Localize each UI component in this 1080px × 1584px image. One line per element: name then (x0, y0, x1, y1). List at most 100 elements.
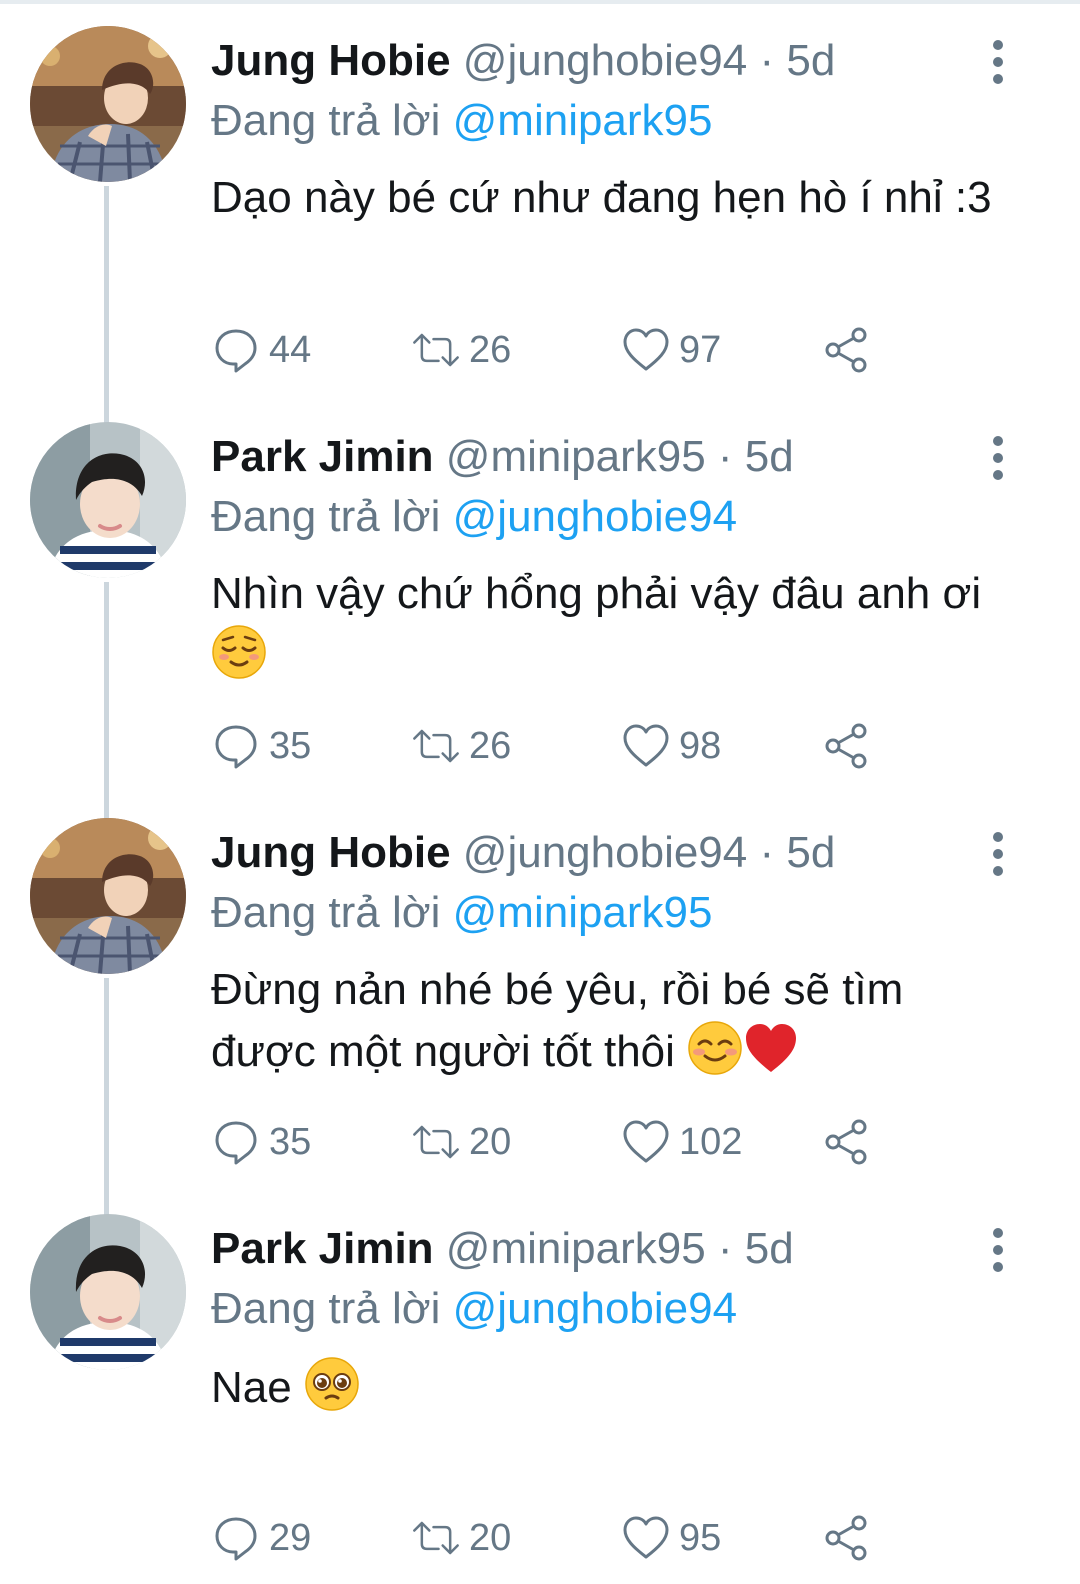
reply-button[interactable]: 35 (211, 1114, 311, 1170)
tweet-header: Park Jimin @minipark95 · 5d (211, 430, 794, 484)
mention-link[interactable]: @junghobie94 (453, 492, 737, 541)
tweet-text: Dạo này bé cứ như đang hẹn hò í nhỉ :3 (211, 168, 1011, 228)
like-count: 98 (679, 725, 722, 767)
tweet-header: Jung Hobie @junghobie94 · 5d (211, 826, 835, 880)
avatar[interactable] (30, 818, 186, 974)
display-name[interactable]: Jung Hobie (211, 36, 451, 85)
like-button[interactable]: 98 (621, 718, 721, 774)
reply-count: 29 (269, 1517, 312, 1559)
user-handle[interactable]: @junghobie94 (463, 36, 747, 85)
reply-button[interactable]: 35 (211, 718, 311, 774)
mention-link[interactable]: @minipark95 (453, 96, 713, 145)
like-button[interactable]: 97 (621, 322, 721, 378)
like-count: 95 (679, 1517, 722, 1559)
reply-count: 35 (269, 725, 312, 767)
pleading-face-emoji (304, 1357, 360, 1412)
like-button[interactable]: 102 (621, 1114, 742, 1170)
display-name[interactable]: Jung Hobie (211, 828, 451, 877)
reply-button[interactable]: 44 (211, 322, 311, 378)
display-name[interactable]: Park Jimin (211, 432, 434, 481)
like-button[interactable]: 95 (621, 1510, 721, 1566)
user-handle[interactable]: @minipark95 (446, 1224, 706, 1273)
more-vertical-icon[interactable] (978, 832, 1018, 876)
tweet-header: Park Jimin @minipark95 · 5d (211, 1222, 794, 1276)
tweet-emojis (211, 625, 267, 680)
tweet-text: Đừng nản nhé bé yêu, rồi bé sẽ tìm được … (211, 960, 1011, 1082)
replying-to: Đang trả lời @minipark95 (211, 886, 713, 940)
mention-link[interactable]: @junghobie94 (453, 1284, 737, 1333)
retweet-button[interactable]: 26 (411, 322, 511, 378)
like-count: 102 (679, 1121, 743, 1163)
avatar[interactable] (30, 26, 186, 182)
tweet-text: Nhìn vậy chứ hổng phải vậy đâu anh ơi (211, 564, 1011, 686)
share-button[interactable] (821, 322, 871, 378)
smiling-face-emoji (687, 1021, 743, 1076)
tweet-text: Nae (211, 1356, 1011, 1418)
retweet-count: 20 (469, 1517, 512, 1559)
mention-link[interactable]: @minipark95 (453, 888, 713, 937)
more-vertical-icon[interactable] (978, 40, 1018, 84)
replying-to-label: Đang trả lời (211, 888, 441, 937)
reply-button[interactable]: 29 (211, 1510, 311, 1566)
heart-icon (621, 325, 671, 375)
heart-icon (621, 1513, 671, 1563)
tweet-text-content: Nae (211, 1363, 292, 1412)
user-handle[interactable]: @minipark95 (446, 432, 706, 481)
retweet-button[interactable]: 26 (411, 718, 511, 774)
retweet-icon (411, 325, 461, 375)
timestamp[interactable]: 5d (786, 828, 835, 877)
replying-to-label: Đang trả lời (211, 1284, 441, 1333)
tweet-text-content: Nhìn vậy chứ hổng phải vậy đâu anh ơi (211, 569, 982, 618)
heart-icon (621, 1117, 671, 1167)
reply-icon (211, 1513, 261, 1563)
tweet[interactable]: Park Jimin @minipark95 · 5d Đang trả lời… (0, 1188, 1080, 1584)
timestamp[interactable]: 5d (745, 1224, 794, 1273)
share-icon (821, 325, 871, 375)
retweet-button[interactable]: 20 (411, 1510, 511, 1566)
separator-dot: · (759, 36, 775, 85)
display-name[interactable]: Park Jimin (211, 1224, 434, 1273)
avatar[interactable] (30, 422, 186, 578)
share-button[interactable] (821, 1114, 871, 1170)
retweet-count: 26 (469, 329, 512, 371)
replying-to: Đang trả lời @junghobie94 (211, 1282, 737, 1336)
reply-count: 35 (269, 1121, 312, 1163)
separator-dot: · (759, 828, 775, 877)
tweet-actions: 35 20 102 (211, 1114, 911, 1170)
tweet-header: Jung Hobie @junghobie94 · 5d (211, 34, 835, 88)
share-button[interactable] (821, 1510, 871, 1566)
tweet-emojis (292, 1357, 360, 1412)
retweet-icon (411, 1513, 461, 1563)
more-vertical-icon[interactable] (978, 1228, 1018, 1272)
tweet[interactable]: Jung Hobie @junghobie94 · 5d Đang trả lờ… (0, 792, 1080, 1188)
share-button[interactable] (821, 718, 871, 774)
user-handle[interactable]: @junghobie94 (463, 828, 747, 877)
share-icon (821, 721, 871, 771)
tweet-emojis (675, 1021, 799, 1076)
separator-dot: · (717, 432, 733, 481)
reply-icon (211, 325, 261, 375)
replying-to-label: Đang trả lời (211, 492, 441, 541)
more-vertical-icon[interactable] (978, 436, 1018, 480)
avatar[interactable] (30, 1214, 186, 1370)
reply-icon (211, 1117, 261, 1167)
separator-dot: · (717, 1224, 733, 1273)
tweet[interactable]: Jung Hobie @junghobie94 · 5d Đang trả lờ… (0, 0, 1080, 396)
replying-to: Đang trả lời @junghobie94 (211, 490, 737, 544)
reply-icon (211, 721, 261, 771)
tweet-actions: 29 20 95 (211, 1510, 911, 1566)
share-icon (821, 1513, 871, 1563)
relieved-face-emoji (211, 625, 267, 680)
tweet[interactable]: Park Jimin @minipark95 · 5d Đang trả lời… (0, 396, 1080, 792)
retweet-icon (411, 1117, 461, 1167)
timestamp[interactable]: 5d (745, 432, 794, 481)
tweet-text-content: Đừng nản nhé bé yêu, rồi bé sẽ tìm được … (211, 965, 904, 1076)
tweet-actions: 44 26 97 (211, 322, 911, 378)
tweet-actions: 35 26 98 (211, 718, 911, 774)
timestamp[interactable]: 5d (786, 36, 835, 85)
retweet-count: 26 (469, 725, 512, 767)
retweet-button[interactable]: 20 (411, 1114, 511, 1170)
like-count: 97 (679, 329, 722, 371)
tweet-text-content: Dạo này bé cứ như đang hẹn hò í nhỉ :3 (211, 173, 992, 222)
replying-to-label: Đang trả lời (211, 96, 441, 145)
